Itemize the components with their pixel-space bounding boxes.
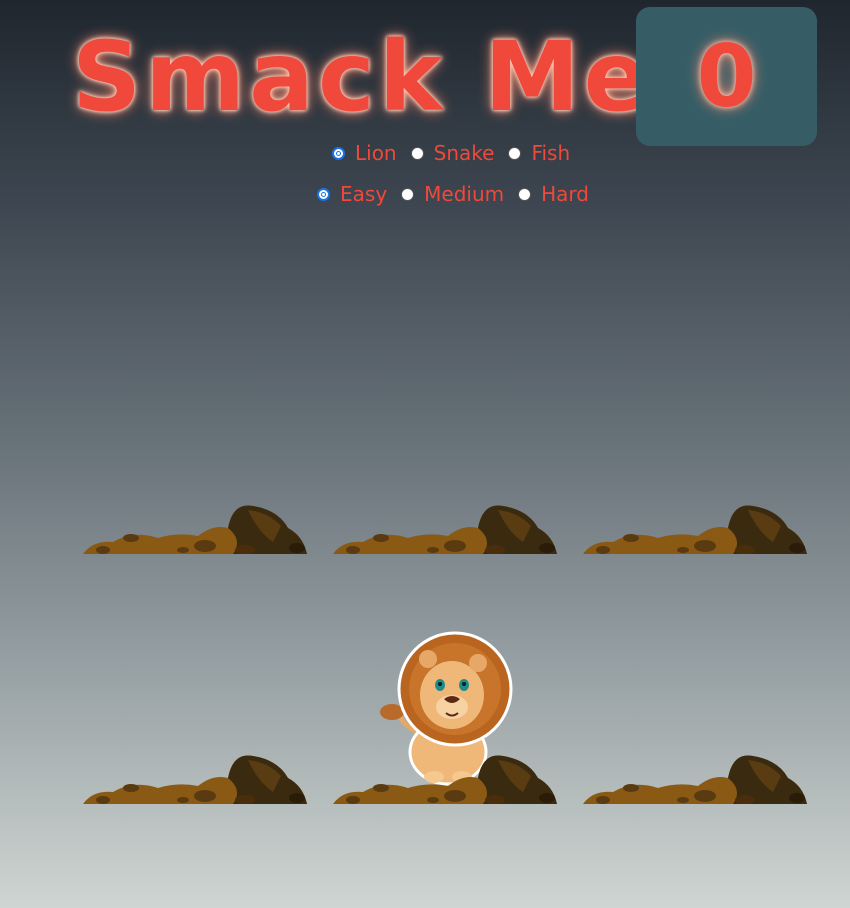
animal-radio-snake[interactable] (410, 146, 424, 160)
animal-label-snake[interactable]: Snake (434, 141, 495, 165)
difficulty-label-easy[interactable]: Easy (340, 182, 387, 206)
game-title: Smack Me! (72, 21, 701, 133)
difficulty-radio-medium[interactable] (401, 187, 415, 201)
difficulty-label-hard[interactable]: Hard (541, 182, 589, 206)
score-panel: 0 (636, 7, 817, 146)
dirt-hole-5[interactable] (333, 752, 557, 804)
animal-radio-fish[interactable] (508, 146, 522, 160)
animal-selector: Lion Snake Fish (330, 141, 582, 165)
difficulty-label-medium[interactable]: Medium (424, 182, 504, 206)
score-value: 0 (696, 26, 757, 127)
difficulty-radio-hard[interactable] (518, 187, 532, 201)
dirt-hole-6[interactable] (583, 752, 807, 804)
dirt-hole-3[interactable] (583, 502, 807, 554)
dirt-hole-4[interactable] (83, 752, 307, 804)
animal-label-fish[interactable]: Fish (531, 141, 570, 165)
animal-radio-lion[interactable] (332, 146, 345, 160)
dirt-hole-1[interactable] (83, 502, 307, 554)
dirt-hole-2[interactable] (333, 502, 557, 554)
animal-label-lion[interactable]: Lion (355, 141, 397, 165)
difficulty-selector: Easy Medium Hard (315, 182, 601, 206)
difficulty-radio-easy[interactable] (317, 187, 330, 201)
